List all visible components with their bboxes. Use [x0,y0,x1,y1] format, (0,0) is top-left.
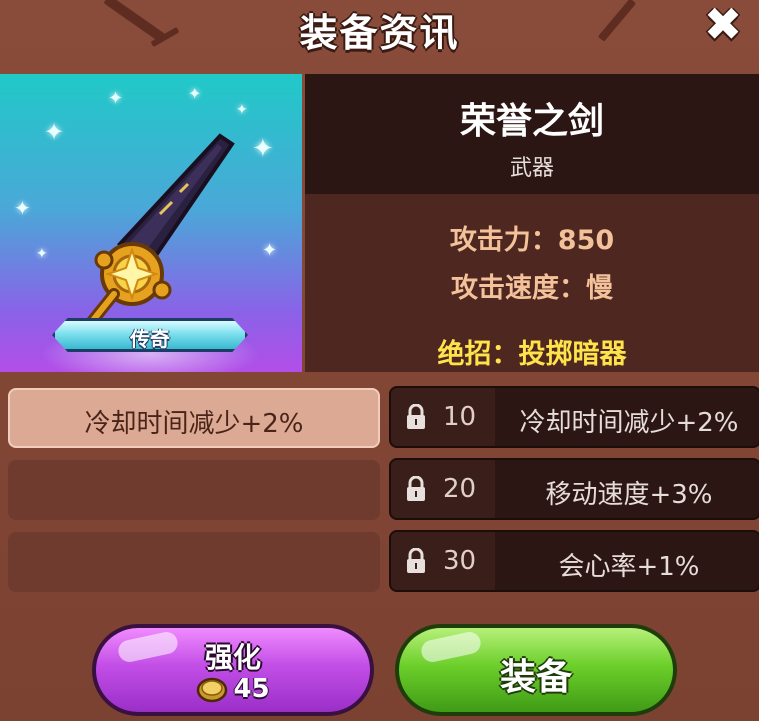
locked-option-row: 30 会心率+1% [389,530,759,592]
option-slot-empty [8,460,380,520]
sparkle-icon: ✦ [36,246,48,262]
skill-label: 绝招：投掷暗器 [437,339,627,370]
item-title-box: 荣誉之剑 武器 [305,74,759,194]
cost-value: 45 [233,674,270,704]
unlock-level: 20 [443,474,477,504]
item-preview: ✦ ✦ ✦ ✦ ✦ ✦ ✦ ✦ 传奇 [0,74,302,372]
unlock-level: 30 [443,546,477,576]
equip-label: 装备 [499,657,572,698]
sparkle-icon: ✦ [108,88,124,109]
sparkle-icon: ✦ [262,240,278,261]
lock-icon [407,548,425,573]
lock-icon [407,476,425,501]
sparkle-icon: ✦ [188,84,202,103]
equip-button[interactable]: 装备 [395,624,677,716]
option-slot-active[interactable]: 冷却时间减少+2% [8,388,380,448]
item-name: 荣誉之剑 [459,101,604,142]
upgrade-cost: 45 [96,674,370,704]
locked-option-row: 10 冷却时间减少+2% [389,386,759,448]
rarity-badge: 传奇 [52,318,248,352]
option-slot-empty [8,532,380,592]
equipment-info-panel: 装备资讯 ✖ ✦ ✦ ✦ ✦ ✦ ✦ ✦ ✦ 传奇 荣誉之剑 武器 攻击力：85… [0,0,759,721]
item-stats-box: 攻击力：850 攻击速度：慢 绝招：投掷暗器 [305,194,759,372]
item-type: 武器 [509,156,554,181]
rarity-label: 传奇 [130,327,170,351]
upgrade-button[interactable]: 强化 45 [92,624,374,716]
panel-header: 装备资讯 ✖ [0,0,759,72]
coin-icon [197,677,228,703]
option-text: 冷却时间减少+2% [84,409,304,439]
sword-icon [75,133,235,341]
stat-attack-speed: 攻击速度：慢 [451,273,613,304]
option-text: 冷却时间减少+2% [519,408,739,438]
option-text: 会心率+1% [558,552,700,582]
stat-attack: 攻击力：850 [449,225,615,256]
locked-option-row: 20 移动速度+3% [389,458,759,520]
page-title: 装备资讯 [299,11,460,55]
lock-icon [407,404,425,429]
upgrade-label: 强化 [204,641,261,674]
close-icon[interactable]: ✖ [701,1,745,47]
unlock-level: 10 [443,402,477,432]
sparkle-icon: ✦ [14,196,31,220]
option-text: 移动速度+3% [545,480,713,510]
